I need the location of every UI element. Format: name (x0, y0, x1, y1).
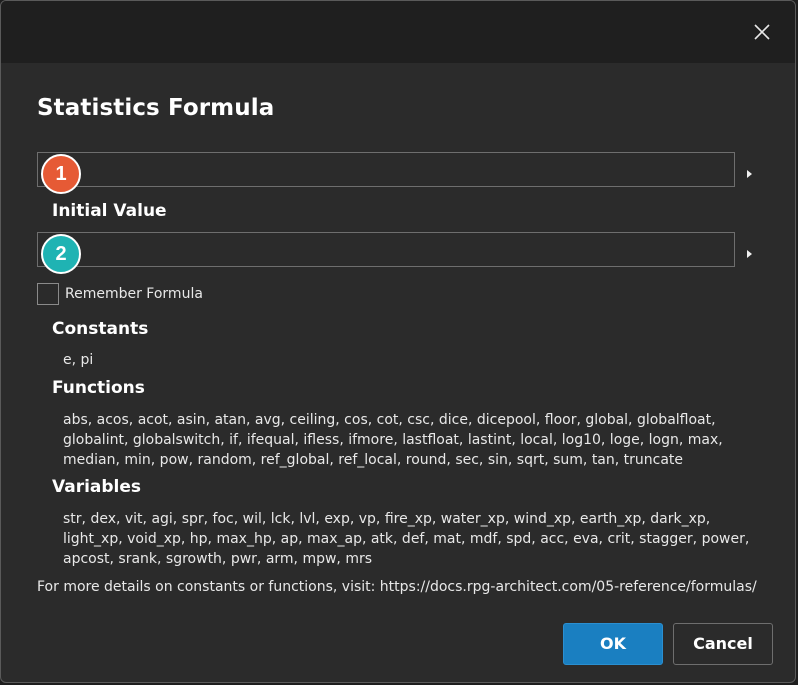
dialog-title: Statistics Formula (37, 95, 275, 121)
step-1-badge: 1 (41, 154, 81, 194)
ok-button[interactable]: OK (563, 623, 663, 665)
variables-list: str, dex, vit, agi, spr, foc, wil, lck, … (63, 511, 750, 567)
initial-value-expand-button[interactable] (743, 245, 755, 258)
caret-right-icon (747, 170, 752, 178)
cancel-button[interactable]: Cancel (673, 623, 773, 665)
remember-formula-label: Remember Formula (65, 286, 203, 302)
docs-link-text: For more details on constants or functio… (37, 579, 757, 595)
variables-heading: Variables (52, 477, 142, 497)
close-icon (754, 24, 770, 40)
close-button[interactable] (751, 21, 773, 43)
constants-list: e, pi (63, 352, 94, 368)
initial-value-label: Initial Value (52, 201, 167, 221)
formula-expand-button[interactable] (743, 165, 755, 178)
statistics-formula-dialog: Statistics Formula 1 Initial Value 2 Rem… (0, 0, 796, 683)
caret-right-icon (747, 250, 752, 258)
step-2-badge: 2 (41, 234, 81, 274)
remember-formula-checkbox[interactable] (37, 283, 59, 305)
formula-input[interactable] (37, 152, 735, 187)
title-bar (1, 1, 795, 63)
constants-heading: Constants (52, 319, 149, 339)
functions-list: abs, acos, acot, asin, atan, avg, ceilin… (63, 412, 723, 468)
functions-heading: Functions (52, 378, 145, 398)
initial-value-input[interactable] (37, 232, 735, 267)
